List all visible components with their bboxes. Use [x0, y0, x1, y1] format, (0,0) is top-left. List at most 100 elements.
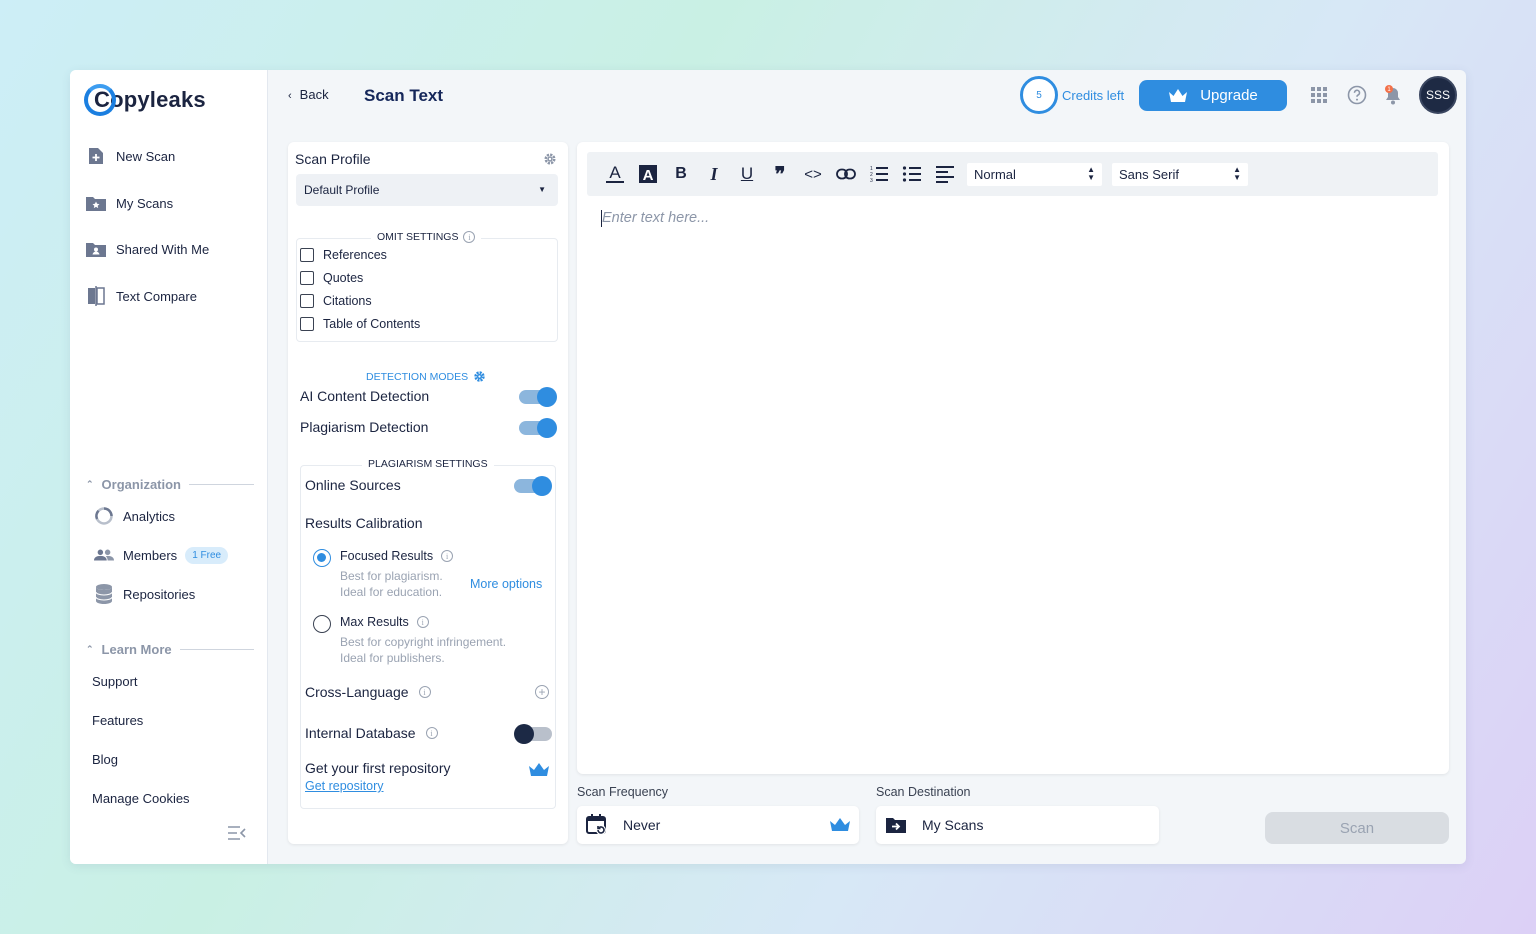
learn-link-features[interactable]: Features [92, 713, 143, 728]
editor-toolbar: A A B I U ❞ <> 123 Normal ▲ ▼ Sans Serif… [587, 152, 1438, 196]
scan-frequency-label: Scan Frequency [577, 785, 669, 799]
sidebar-item-text-compare[interactable]: Text Compare [86, 284, 197, 308]
app-window: Copyleaks New Scan My Scans Shared With … [70, 70, 1466, 864]
user-avatar[interactable]: SSS [1419, 76, 1457, 114]
scan-destination-select[interactable]: My Scans [876, 806, 1159, 844]
scan-button[interactable]: Scan [1265, 812, 1449, 844]
upgrade-button[interactable]: Upgrade [1139, 80, 1287, 111]
credits-label[interactable]: Credits left [1062, 88, 1124, 103]
svg-text:3: 3 [870, 178, 873, 183]
svg-text:A: A [609, 163, 621, 182]
background-color-icon[interactable]: A [636, 162, 660, 186]
collapse-sidebar-icon[interactable] [228, 826, 246, 840]
sidebar-item-label: Repositories [123, 586, 196, 602]
shared-folder-icon [86, 239, 106, 259]
apps-grid-icon[interactable] [1308, 84, 1330, 106]
back-button[interactable]: ‹ Back [288, 87, 329, 102]
info-icon[interactable]: i [441, 550, 454, 562]
select-value: Normal [974, 167, 1016, 182]
omit-references-checkbox[interactable]: References [300, 246, 387, 264]
italic-icon[interactable]: I [702, 162, 726, 186]
ai-content-detection-toggle[interactable] [519, 387, 557, 407]
sidebar-item-shared-with-me[interactable]: Shared With Me [86, 237, 209, 261]
info-icon[interactable]: i [418, 686, 431, 698]
learn-more-section-header[interactable]: ⌃ Learn More [86, 640, 254, 658]
calendar-refresh-icon [586, 814, 608, 836]
scan-profile-select[interactable]: Default Profile ▼ [296, 174, 558, 206]
ordered-list-icon[interactable]: 123 [867, 162, 891, 186]
checkbox-box[interactable] [300, 271, 314, 285]
focused-results-radio[interactable] [313, 549, 331, 567]
toggle-knob [537, 418, 557, 438]
sidebar-item-members[interactable]: Members 1 Free [94, 543, 229, 567]
code-icon[interactable]: <> [801, 162, 825, 186]
more-options-link[interactable]: More options [470, 577, 542, 591]
logo-mark [84, 84, 116, 116]
sidebar-item-repositories[interactable]: Repositories [94, 582, 195, 606]
learn-link-manage-cookies[interactable]: Manage Cookies [92, 791, 190, 806]
info-icon[interactable]: i [416, 616, 429, 628]
focused-results-description: Best for plagiarism. Ideal for education… [340, 568, 443, 600]
sidebar-item-analytics[interactable]: Analytics [94, 504, 175, 528]
section-title: Organization [101, 476, 181, 492]
font-family-select[interactable]: Sans Serif ▲ ▼ [1112, 163, 1248, 186]
max-results-label[interactable]: Max Results i [340, 615, 429, 629]
crown-icon [528, 762, 550, 783]
description-line: Best for copyright infringement. [340, 635, 507, 649]
upgrade-label: Upgrade [1200, 87, 1258, 104]
cross-language-label: Cross-Language [305, 684, 409, 700]
sidebar-item-my-scans[interactable]: My Scans [86, 191, 173, 215]
focused-results-label[interactable]: Focused Results i [340, 549, 454, 563]
plagiarism-detection-toggle[interactable] [519, 418, 557, 438]
learn-link-support[interactable]: Support [92, 674, 138, 689]
select-arrows-icon: ▲ ▼ [1087, 165, 1095, 182]
omit-settings-heading: OMIT SETTINGS [377, 231, 459, 243]
underline-icon[interactable]: U [735, 162, 759, 186]
online-sources-toggle[interactable] [514, 476, 552, 496]
bold-icon[interactable]: B [669, 162, 693, 186]
gear-icon[interactable] [473, 370, 486, 383]
checkbox-label: References [323, 248, 387, 262]
heading-format-select[interactable]: Normal ▲ ▼ [967, 163, 1102, 186]
notifications-bell-icon[interactable]: 1 [1382, 84, 1404, 106]
info-icon[interactable]: i [463, 231, 476, 243]
omit-quotes-checkbox[interactable]: Quotes [300, 269, 363, 287]
align-icon[interactable] [933, 162, 957, 186]
max-results-radio[interactable] [313, 615, 331, 633]
gear-icon[interactable] [543, 152, 557, 166]
text-color-icon[interactable]: A [603, 162, 627, 186]
organization-section-header[interactable]: ⌃ Organization [86, 475, 254, 493]
expand-plus-icon[interactable]: + [535, 685, 549, 699]
select-value: Sans Serif [1119, 167, 1179, 182]
blockquote-icon[interactable]: ❞ [768, 162, 792, 186]
crown-icon [1169, 88, 1188, 102]
description-line: Best for plagiarism. [340, 569, 443, 583]
info-icon[interactable]: i [425, 727, 438, 739]
scan-frequency-select[interactable]: Never [577, 806, 859, 844]
checkbox-label: Quotes [323, 271, 364, 285]
chevron-left-icon: ‹ [288, 90, 292, 102]
text-editor: A A B I U ❞ <> 123 Normal ▲ ▼ Sans Serif… [577, 142, 1449, 774]
get-repository-link[interactable]: Get repository [305, 779, 384, 793]
description-line: Ideal for publishers. [340, 651, 445, 665]
radio-label-text: Max Results [340, 615, 409, 629]
checkbox-box[interactable] [300, 248, 314, 262]
internal-database-toggle[interactable] [514, 724, 552, 744]
sidebar-item-new-scan[interactable]: New Scan [86, 144, 175, 168]
checkbox-box[interactable] [300, 317, 314, 331]
omit-settings-legend: OMIT SETTINGS i [371, 231, 482, 243]
scan-destination-label: Scan Destination [876, 785, 971, 799]
omit-citations-checkbox[interactable]: Citations [300, 292, 372, 310]
copyleaks-logo[interactable]: Copyleaks [84, 82, 206, 118]
omit-table-of-contents-checkbox[interactable]: Table of Contents [300, 315, 420, 333]
crown-icon [829, 817, 851, 836]
online-sources-label: Online Sources [305, 477, 401, 493]
learn-link-blog[interactable]: Blog [92, 752, 118, 767]
checkbox-box[interactable] [300, 294, 314, 308]
editor-text-area[interactable]: Enter text here... [602, 210, 709, 226]
link-icon[interactable] [834, 162, 858, 186]
plagiarism-settings-heading: PLAGIARISM SETTINGS [368, 458, 488, 470]
bullet-list-icon[interactable] [900, 162, 924, 186]
credits-counter[interactable]: 5 [1020, 76, 1058, 114]
help-icon[interactable] [1346, 84, 1368, 106]
